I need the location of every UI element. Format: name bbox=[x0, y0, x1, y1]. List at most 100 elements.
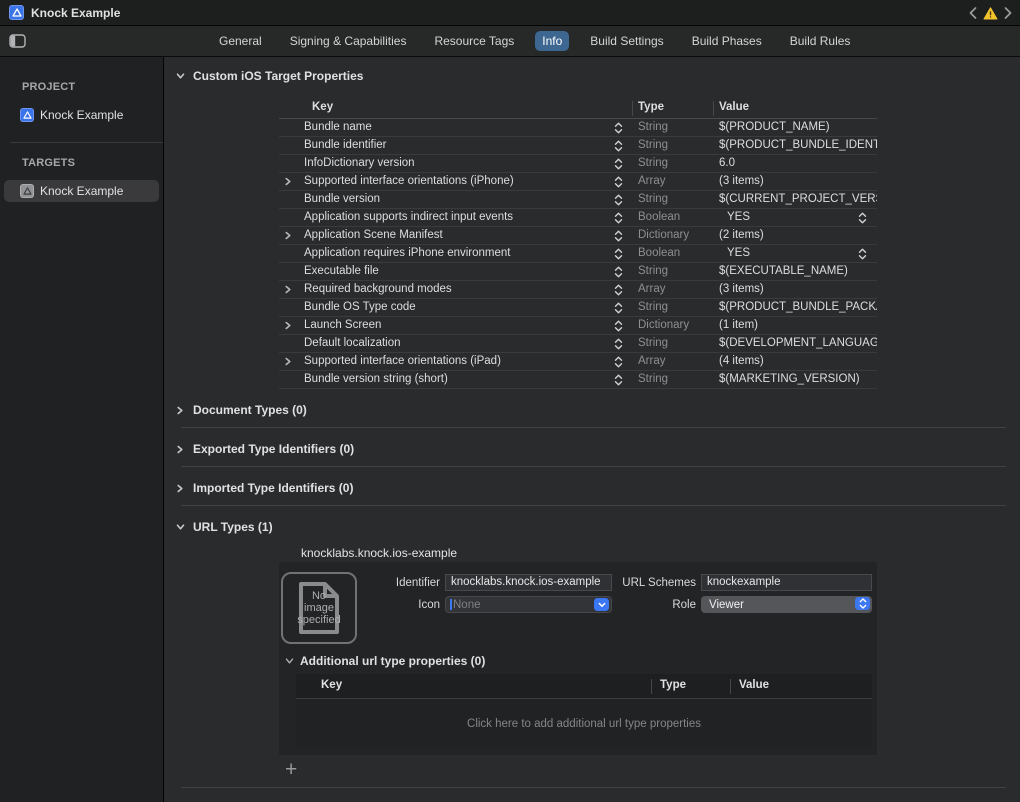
property-type: Array bbox=[638, 353, 665, 370]
key-stepper-icon[interactable] bbox=[614, 212, 623, 227]
property-row[interactable]: Supported interface orientations (iPad)A… bbox=[279, 353, 877, 371]
key-stepper-icon[interactable] bbox=[614, 266, 623, 281]
property-key: Application supports indirect input even… bbox=[304, 209, 513, 226]
disclosure-triangle-icon[interactable] bbox=[284, 321, 294, 333]
property-value: (3 items) bbox=[719, 281, 877, 298]
property-type: String bbox=[638, 335, 668, 352]
key-stepper-icon[interactable] bbox=[614, 284, 623, 299]
property-type: Boolean bbox=[638, 245, 680, 262]
sidebar-item-project[interactable]: Knock Example bbox=[4, 104, 159, 126]
property-key: Bundle version string (short) bbox=[304, 371, 448, 388]
url-schemes-field[interactable]: knockexample bbox=[701, 574, 872, 591]
key-stepper-icon[interactable] bbox=[614, 140, 623, 155]
property-row[interactable]: Bundle versionString$(CURRENT_PROJECT_VE… bbox=[279, 191, 877, 209]
property-row[interactable]: Default localizationString$(DEVELOPMENT_… bbox=[279, 335, 877, 353]
key-stepper-icon[interactable] bbox=[614, 320, 623, 335]
tab-resource-tags[interactable]: Resource Tags bbox=[427, 31, 521, 51]
text-cursor bbox=[450, 599, 452, 610]
project-section-label: PROJECT bbox=[22, 81, 163, 93]
property-value: YES bbox=[719, 209, 877, 226]
chevron-down-icon bbox=[285, 652, 294, 670]
property-row[interactable]: Supported interface orientations (iPhone… bbox=[279, 173, 877, 191]
tab-build-rules[interactable]: Build Rules bbox=[783, 31, 858, 51]
chevron-right-icon bbox=[175, 484, 185, 493]
property-key: Application Scene Manifest bbox=[304, 227, 443, 244]
popup-stepper-button[interactable] bbox=[855, 597, 870, 610]
key-stepper-icon[interactable] bbox=[614, 230, 623, 245]
property-type: String bbox=[638, 191, 668, 208]
property-row[interactable]: Bundle nameString$(PRODUCT_NAME) bbox=[279, 119, 877, 137]
property-key: Application requires iPhone environment bbox=[304, 245, 510, 262]
key-stepper-icon[interactable] bbox=[614, 176, 623, 191]
property-row[interactable]: Executable fileString$(EXECUTABLE_NAME) bbox=[279, 263, 877, 281]
target-icon bbox=[20, 184, 34, 198]
tab-build-settings[interactable]: Build Settings bbox=[583, 31, 670, 51]
add-url-type-button[interactable]: + bbox=[285, 761, 297, 779]
back-chevron-icon[interactable] bbox=[969, 7, 977, 19]
value-stepper-icon[interactable] bbox=[858, 248, 867, 263]
column-separator bbox=[651, 679, 652, 694]
tab-info[interactable]: Info bbox=[535, 31, 569, 51]
property-key: InfoDictionary version bbox=[304, 155, 415, 172]
target-item-label: Knock Example bbox=[40, 184, 123, 198]
property-type: Array bbox=[638, 173, 665, 190]
sidebar-item-target[interactable]: Knock Example bbox=[4, 180, 159, 202]
key-stepper-icon[interactable] bbox=[614, 338, 623, 353]
tab-build-phases[interactable]: Build Phases bbox=[685, 31, 769, 51]
property-row[interactable]: InfoDictionary versionString6.0 bbox=[279, 155, 877, 173]
project-item-label: Knock Example bbox=[40, 108, 123, 122]
property-value: $(EXECUTABLE_NAME) bbox=[719, 263, 877, 280]
property-key: Default localization bbox=[304, 335, 401, 352]
nav-cluster bbox=[969, 0, 1012, 26]
disclosure-triangle-icon[interactable] bbox=[284, 231, 294, 243]
disclosure-triangle-icon[interactable] bbox=[284, 285, 294, 297]
property-value: (1 item) bbox=[719, 317, 877, 334]
forward-chevron-icon[interactable] bbox=[1004, 7, 1012, 19]
tab-general[interactable]: General bbox=[212, 31, 269, 51]
property-key: Executable file bbox=[304, 263, 379, 280]
property-row[interactable]: Bundle version string (short)String$(MAR… bbox=[279, 371, 877, 389]
property-row[interactable]: Bundle OS Type codeString$(PRODUCT_BUNDL… bbox=[279, 299, 877, 317]
key-stepper-icon[interactable] bbox=[614, 158, 623, 173]
property-value: $(PRODUCT_NAME) bbox=[719, 119, 877, 136]
property-type: Dictionary bbox=[638, 317, 689, 334]
property-row[interactable]: Bundle identifierString$(PRODUCT_BUNDLE_… bbox=[279, 137, 877, 155]
warning-triangle-icon[interactable] bbox=[983, 7, 998, 20]
key-stepper-icon[interactable] bbox=[614, 122, 623, 137]
property-row[interactable]: Required background modesArray(3 items) bbox=[279, 281, 877, 299]
chevron-right-icon bbox=[175, 406, 185, 415]
tab-signing-capabilities[interactable]: Signing & Capabilities bbox=[283, 31, 414, 51]
section-url-types[interactable]: URL Types (1) bbox=[175, 520, 1020, 534]
value-stepper-icon[interactable] bbox=[858, 212, 867, 227]
disclosure-triangle-icon[interactable] bbox=[284, 177, 294, 189]
property-row[interactable]: Application Scene ManifestDictionary(2 i… bbox=[279, 227, 877, 245]
key-stepper-icon[interactable] bbox=[614, 194, 623, 209]
add-additional-properties-area[interactable]: Click here to add additional url type pr… bbox=[296, 698, 872, 748]
key-stepper-icon[interactable] bbox=[614, 248, 623, 263]
role-popup[interactable]: Viewer bbox=[701, 596, 872, 613]
section-divider bbox=[181, 427, 1006, 428]
key-stepper-icon[interactable] bbox=[614, 374, 623, 389]
property-value: (3 items) bbox=[719, 173, 877, 190]
section-document-types[interactable]: Document Types (0) bbox=[175, 403, 1020, 417]
column-header-value: Value bbox=[719, 101, 749, 113]
property-value: (2 items) bbox=[719, 227, 877, 244]
property-row[interactable]: Launch Screen Dictionary (1 item) bbox=[279, 317, 877, 335]
section-imported-type-identifiers[interactable]: Imported Type Identifiers (0) bbox=[175, 481, 1020, 495]
property-key: Launch Screen bbox=[304, 317, 381, 334]
properties-table: Key Type Value Bundle nameString$(PRODUC… bbox=[279, 98, 877, 389]
additional-url-type-properties-header[interactable]: Additional url type properties (0) bbox=[285, 652, 485, 670]
property-row[interactable]: Application requires iPhone environment B… bbox=[279, 245, 877, 263]
section-custom-ios-target-properties[interactable]: Custom iOS Target Properties bbox=[175, 69, 1020, 83]
property-row[interactable]: Application supports indirect input even… bbox=[279, 209, 877, 227]
section-exported-type-identifiers[interactable]: Exported Type Identifiers (0) bbox=[175, 442, 1020, 456]
property-key: Bundle version bbox=[304, 191, 380, 208]
disclosure-triangle-icon[interactable] bbox=[284, 357, 294, 369]
project-icon bbox=[20, 108, 34, 122]
section-title: Document Types (0) bbox=[193, 403, 307, 417]
properties-rows: Bundle nameString$(PRODUCT_NAME)Bundle i… bbox=[279, 119, 877, 389]
key-stepper-icon[interactable] bbox=[614, 302, 623, 317]
sidebar-toggle-icon[interactable] bbox=[9, 34, 26, 53]
key-stepper-icon[interactable] bbox=[614, 356, 623, 371]
property-key: Bundle identifier bbox=[304, 137, 386, 154]
